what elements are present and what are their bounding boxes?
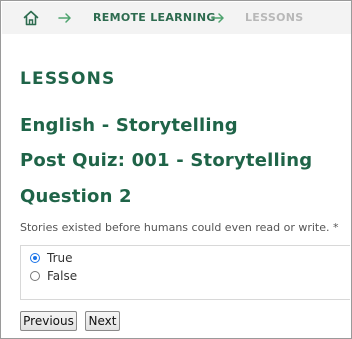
breadcrumb-item-lessons: LESSONS (245, 11, 304, 24)
answer-options: True False (20, 245, 350, 300)
option-label: False (47, 269, 78, 283)
quiz-page: REMOTE LEARNING LESSONS LESSONS English … (0, 0, 352, 339)
previous-button[interactable]: Previous (20, 311, 77, 331)
radio-true[interactable] (30, 253, 40, 263)
section-title: LESSONS (20, 69, 116, 89)
breadcrumb: REMOTE LEARNING LESSONS (2, 2, 351, 34)
arrow-right-icon (211, 13, 224, 23)
quiz-title: Post Quiz: 001 - Storytelling (20, 150, 313, 171)
option-label: True (47, 251, 73, 265)
next-button[interactable]: Next (85, 311, 120, 331)
question-title: Question 2 (20, 186, 132, 207)
arrow-right-icon (58, 13, 71, 23)
question-prompt: Stories existed before humans could even… (20, 221, 339, 234)
option-true[interactable]: True (30, 251, 73, 265)
home-icon[interactable] (22, 9, 40, 27)
option-false[interactable]: False (30, 269, 77, 283)
course-title: English - Storytelling (20, 115, 238, 136)
radio-false[interactable] (30, 271, 40, 281)
breadcrumb-item-remote-learning[interactable]: REMOTE LEARNING (93, 11, 216, 24)
